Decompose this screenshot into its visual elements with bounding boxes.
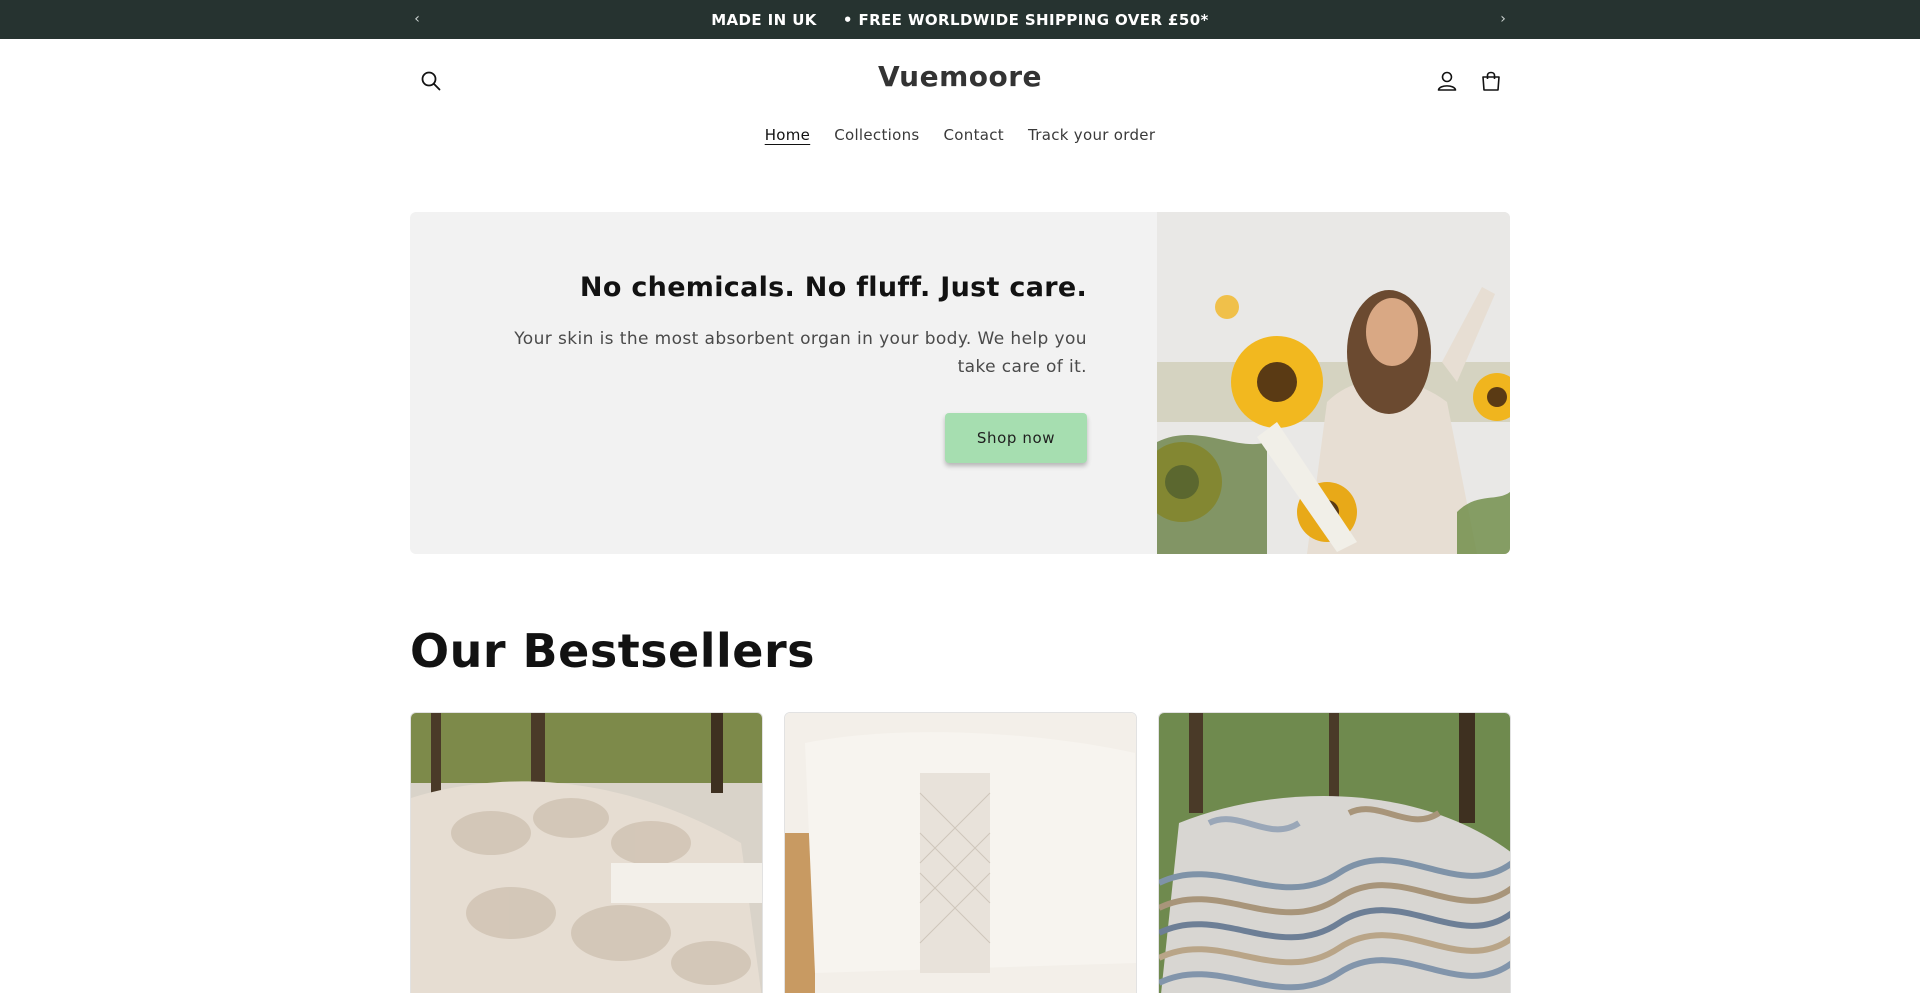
- account-icon[interactable]: [1430, 64, 1464, 98]
- product-image: [785, 713, 1136, 993]
- main-nav: Home Collections Contact Track your orde…: [0, 124, 1920, 146]
- chevron-right-icon[interactable]: ›: [1493, 9, 1513, 29]
- nav-item-collections[interactable]: Collections: [834, 124, 919, 146]
- cart-icon[interactable]: [1474, 64, 1508, 98]
- announcement-item: MADE IN UK: [711, 10, 817, 29]
- product-grid: [410, 712, 1511, 993]
- product-card[interactable]: [784, 712, 1137, 993]
- site-logo[interactable]: Vuemoore: [810, 60, 1110, 93]
- chevron-left-icon[interactable]: ‹: [407, 9, 427, 29]
- announcement-item: • FREE WORLDWIDE SHIPPING OVER £50*: [842, 10, 1209, 29]
- hero-content: No chemicals. No fluff. Just care. Your …: [410, 212, 1157, 554]
- product-card[interactable]: [1158, 712, 1511, 993]
- product-image: [411, 713, 762, 993]
- hero-banner: No chemicals. No fluff. Just care. Your …: [410, 212, 1510, 554]
- nav-item-contact[interactable]: Contact: [944, 124, 1004, 146]
- announcement-text: MADE IN UK • FREE WORLDWIDE SHIPPING OVE…: [711, 11, 1209, 29]
- bestsellers-title: Our Bestsellers: [410, 624, 816, 678]
- hero-image: [1157, 212, 1510, 554]
- nav-item-home[interactable]: Home: [765, 124, 811, 146]
- shop-now-button[interactable]: Shop now: [945, 413, 1087, 463]
- product-card[interactable]: [410, 712, 763, 993]
- hero-title: No chemicals. No fluff. Just care.: [579, 272, 1087, 303]
- product-image: [1159, 713, 1510, 993]
- hero-subtitle: Your skin is the most absorbent organ in…: [514, 329, 1087, 377]
- announcement-bar: ‹ MADE IN UK • FREE WORLDWIDE SHIPPING O…: [0, 0, 1920, 39]
- search-icon[interactable]: [414, 64, 448, 98]
- nav-item-track-order[interactable]: Track your order: [1028, 124, 1155, 146]
